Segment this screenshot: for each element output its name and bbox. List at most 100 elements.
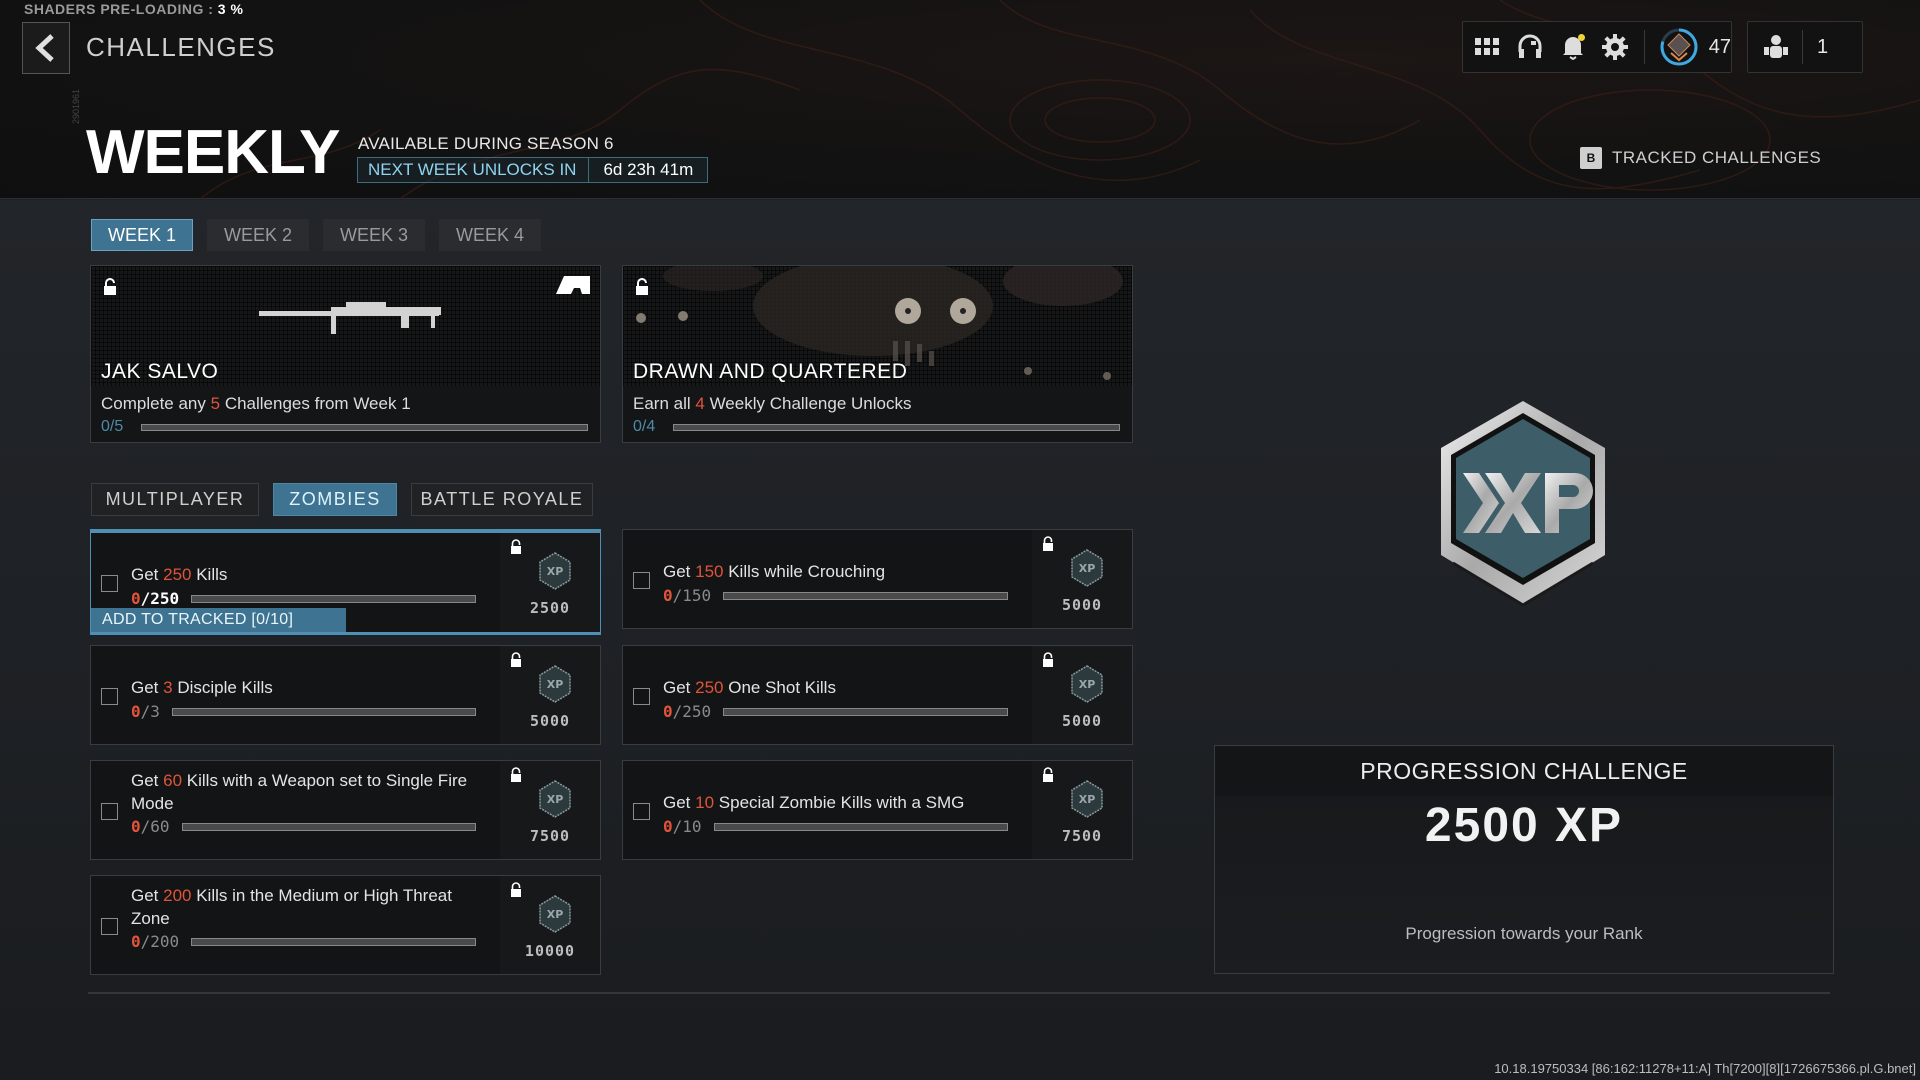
tab-multiplayer[interactable]: MULTIPLAYER [91, 483, 259, 516]
party-panel[interactable]: 1 [1747, 21, 1863, 73]
progress-bar [171, 707, 476, 716]
svg-text:XP: XP [547, 793, 564, 806]
svg-text:XP: XP [547, 565, 564, 578]
progress-bar [723, 591, 1008, 600]
svg-text:XP: XP [547, 678, 564, 691]
desc-number: 5 [210, 394, 221, 413]
challenge-card[interactable]: Get 150 Kills while Crouching 0/150 XP 5000 [622, 529, 1133, 629]
challenge-card[interactable]: Get 200 Kills in the Medium or High Thre… [90, 875, 601, 975]
tracked-challenges-label: TRACKED CHALLENGES [1612, 148, 1822, 167]
desc-number: 150 [695, 562, 724, 581]
unlock-progress-bar [141, 424, 588, 431]
progress-total: /3 [140, 702, 160, 721]
challenge-description: Get 10 Special Zombie Kills with a SMG [663, 791, 1023, 814]
track-checkbox[interactable] [633, 572, 650, 589]
desc-number: 200 [163, 886, 192, 905]
progress-text: 0/150 [663, 586, 711, 605]
desc-text: Challenges from Week 1 [220, 394, 411, 413]
unlock-progress-text: 0/5 [101, 418, 124, 435]
unlocked-padlock-icon [1042, 536, 1054, 557]
unlock-title: DRAWN AND QUARTERED [633, 360, 908, 383]
progress-total: /60 [140, 817, 170, 836]
jak-brand-logo-icon [556, 276, 590, 294]
tab-battle-royale[interactable]: BATTLE ROYALE [411, 483, 593, 516]
track-checkbox[interactable] [101, 803, 118, 820]
challenge-card[interactable]: Get 3 Disciple Kills 0/3 XP 5000 [90, 645, 601, 745]
challenge-description: Get 200 Kills in the Medium or High Thre… [131, 884, 491, 930]
reward-description: Progression towards your Rank [1405, 924, 1643, 943]
top-icon-bar: 47 [1462, 21, 1732, 73]
progress-bar [713, 822, 1008, 831]
desc-text: Earn all [633, 394, 696, 413]
xp-token-icon: XP [1070, 664, 1104, 709]
grid-menu-icon[interactable] [1473, 32, 1502, 62]
progress-text: 0/250 [131, 589, 179, 608]
desc-number: 250 [695, 678, 724, 697]
svg-text:XP: XP [1079, 793, 1096, 806]
tab-week-4[interactable]: WEEK 4 [439, 219, 541, 251]
challenge-description: Get 250 Kills [131, 563, 491, 586]
xp-token-icon: XP [538, 664, 572, 709]
progress-total: /250 [672, 702, 712, 721]
desc-text: Disciple Kills [172, 678, 273, 697]
track-checkbox[interactable] [101, 918, 118, 935]
progress-bar [723, 707, 1008, 716]
unlocked-padlock-icon [510, 652, 522, 673]
key-hint-b: B [1580, 147, 1602, 169]
breadcrumb: CHALLENGES [86, 32, 276, 62]
reward-column: XP 5000 [1032, 646, 1132, 744]
desc-text: Kills while Crouching [723, 562, 886, 581]
settings-gear-icon[interactable] [1601, 32, 1630, 62]
unlock-progress-text: 0/4 [633, 418, 656, 435]
xp-reward-value: 5000 [1061, 596, 1103, 614]
desc-number: 250 [163, 565, 192, 584]
week-tabs: WEEK 1 WEEK 2 WEEK 3 WEEK 4 [91, 219, 541, 251]
progress-current: 0 [131, 702, 141, 721]
challenge-card[interactable]: Get 10 Special Zombie Kills with a SMG 0/… [622, 760, 1133, 860]
tab-zombies[interactable]: ZOMBIES [273, 483, 397, 516]
tab-week-2[interactable]: WEEK 2 [207, 219, 309, 251]
challenge-card[interactable]: Get 250 Kills 0/250 XP 2500 ADD TO TRACKED [… [90, 529, 601, 635]
track-checkbox[interactable] [101, 688, 118, 705]
track-checkbox[interactable] [633, 803, 650, 820]
notification-bell-icon[interactable] [1558, 32, 1587, 62]
chevron-left-icon [35, 34, 54, 62]
unlock-title: JAK SALVO [101, 360, 219, 383]
back-button[interactable] [22, 22, 70, 74]
reward-value: 2500 XP [1424, 799, 1624, 852]
unlocked-padlock-icon [1042, 767, 1054, 788]
reward-column: XP 5000 [1032, 530, 1132, 628]
progress-bar [181, 822, 476, 831]
xp-emblem-icon [1441, 401, 1605, 607]
track-checkbox[interactable] [101, 575, 118, 592]
challenge-description: Get 60 Kills with a Weapon set to Single… [131, 769, 491, 815]
track-checkbox[interactable] [633, 688, 650, 705]
xp-reward-value: 7500 [529, 827, 571, 845]
svg-text:XP: XP [1079, 562, 1096, 575]
xp-reward-value: 5000 [1061, 712, 1103, 730]
headset-icon[interactable] [1516, 32, 1545, 62]
xp-reward-value: 2500 [529, 599, 571, 617]
next-week-time: 6d 23h 41m [588, 158, 707, 182]
unlock-card-jak-salvo[interactable]: JAK SALVO Complete any 5 Challenges from… [90, 265, 601, 443]
challenge-card[interactable]: Get 60 Kills with a Weapon set to Single… [90, 760, 601, 860]
unlocked-padlock-icon [510, 882, 522, 903]
progress-text: 0/250 [663, 702, 711, 721]
challenge-progress: 0/250 [663, 702, 1008, 721]
tracked-challenges-button[interactable]: B TRACKED CHALLENGES [1580, 147, 1821, 169]
add-to-tracked-button[interactable]: ADD TO TRACKED [0/10] [91, 608, 346, 632]
desc-text: Get [663, 678, 696, 697]
next-week-timer: NEXT WEEK UNLOCKS IN 6d 23h 41m [357, 157, 709, 183]
rank-emblem-icon[interactable] [1659, 27, 1699, 67]
tab-week-1[interactable]: WEEK 1 [91, 219, 193, 251]
challenge-card[interactable]: Get 250 One Shot Kills 0/250 XP 5000 [622, 645, 1133, 745]
shader-status: SHADERS PRE-LOADING : 3 % [24, 1, 243, 17]
unlock-description: Complete any 5 Challenges from Week 1 [101, 394, 411, 414]
challenge-description: Get 150 Kills while Crouching [663, 560, 1023, 583]
party-count: 1 [1817, 35, 1829, 58]
unlock-card-drawn-and-quartered[interactable]: DRAWN AND QUARTERED Earn all 4 Weekly Ch… [622, 265, 1133, 443]
reward-column: XP 7500 [1032, 761, 1132, 859]
desc-text: One Shot Kills [723, 678, 836, 697]
divider [1802, 30, 1803, 64]
tab-week-3[interactable]: WEEK 3 [323, 219, 425, 251]
